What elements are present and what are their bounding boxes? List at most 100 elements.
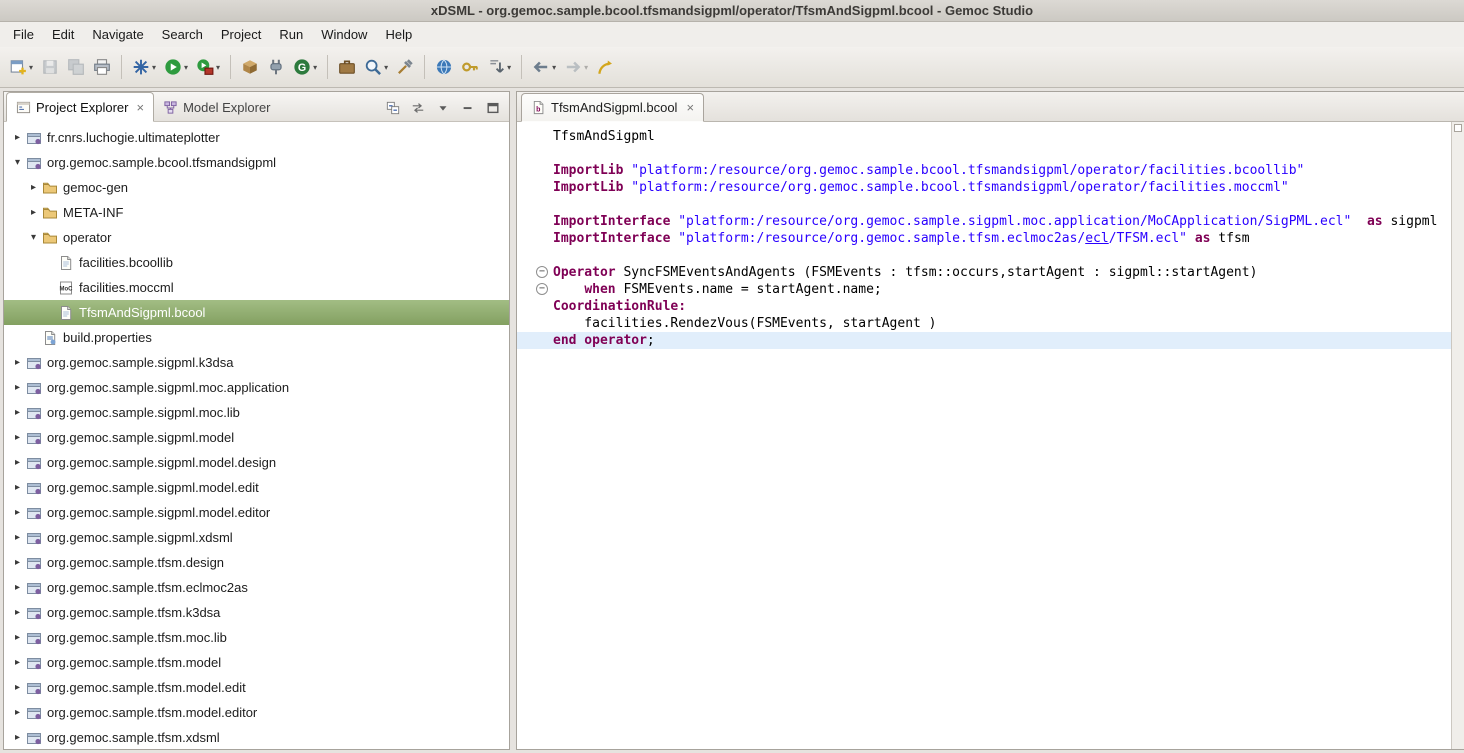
tree-item-org-gemoc-sample-bcool-tfsmandsigpml[interactable]: ▾org.gemoc.sample.bcool.tfsmandsigpml <box>4 150 509 175</box>
view-tab-model-explorer[interactable]: Model Explorer <box>154 94 279 121</box>
tree-item-org-gemoc-sample-tfsm-design[interactable]: ▸org.gemoc.sample.tfsm.design <box>4 550 509 575</box>
view-menu-icon[interactable] <box>436 101 450 115</box>
dropdown-arrow-icon[interactable]: ▾ <box>552 63 556 72</box>
dropdown-arrow-icon[interactable]: ▾ <box>184 63 188 72</box>
expand-arrow-icon[interactable]: ▸ <box>10 432 25 443</box>
tree-item-org-gemoc-sample-sigpml-model-edit[interactable]: ▸org.gemoc.sample.sigpml.model.edit <box>4 475 509 500</box>
collapse-arrow-icon[interactable]: ▾ <box>10 157 25 168</box>
expand-arrow-icon[interactable]: ▸ <box>10 607 25 618</box>
expand-arrow-icon[interactable]: ▸ <box>26 207 41 218</box>
tree-item-fr-cnrs-luchogie-ultimateplotter[interactable]: ▸fr.cnrs.luchogie.ultimateplotter <box>4 125 509 150</box>
menu-window[interactable]: Window <box>312 24 376 45</box>
code-area[interactable]: TfsmAndSigpml ImportLib "platform:/resou… <box>517 122 1451 749</box>
expand-arrow-icon[interactable]: ▸ <box>10 407 25 418</box>
expand-arrow-icon[interactable]: ▸ <box>10 132 25 143</box>
annotation-criteria-box[interactable] <box>1454 124 1462 132</box>
dropdown-arrow-icon[interactable]: ▾ <box>313 63 317 72</box>
expand-arrow-icon[interactable]: ▸ <box>10 482 25 493</box>
access-keys-button[interactable] <box>458 52 482 82</box>
collapse-fold-icon[interactable]: − <box>536 266 548 278</box>
expand-arrow-icon[interactable]: ▸ <box>10 632 25 643</box>
link-with-editor-icon[interactable] <box>411 101 425 115</box>
back-button[interactable]: ▾ <box>529 52 559 82</box>
run-button[interactable]: ▾ <box>161 52 191 82</box>
dropdown-arrow-icon[interactable]: ▾ <box>584 63 588 72</box>
tree-item-build-properties[interactable]: build.properties <box>4 325 509 350</box>
tree-item-org-gemoc-sample-sigpml-model-design[interactable]: ▸org.gemoc.sample.sigpml.model.design <box>4 450 509 475</box>
expand-arrow-icon[interactable]: ▸ <box>10 357 25 368</box>
dropdown-arrow-icon[interactable]: ▾ <box>507 63 511 72</box>
tree-item-org-gemoc-sample-sigpml-xdsml[interactable]: ▸org.gemoc.sample.sigpml.xdsml <box>4 525 509 550</box>
tree-item-org-gemoc-sample-sigpml-k3dsa[interactable]: ▸ org.gemoc.sample.sigpml.k3dsa <box>4 350 509 375</box>
new-class-button[interactable]: G▾ <box>290 52 320 82</box>
project-icon <box>26 730 42 746</box>
dropdown-arrow-icon[interactable]: ▾ <box>152 63 156 72</box>
view-tab-project-explorer[interactable]: Project Explorer× <box>6 92 154 122</box>
dropdown-arrow-icon[interactable]: ▾ <box>29 63 33 72</box>
search-button[interactable]: ▾ <box>361 52 391 82</box>
bcool-file-icon: b <box>531 100 546 115</box>
new-plugin-button[interactable] <box>264 52 288 82</box>
tree-item-org-gemoc-sample-sigpml-model-editor[interactable]: ▸org.gemoc.sample.sigpml.model.editor <box>4 500 509 525</box>
menu-search[interactable]: Search <box>153 24 212 45</box>
tree-item-org-gemoc-sample-tfsm-eclmoc2as[interactable]: ▸org.gemoc.sample.tfsm.eclmoc2as <box>4 575 509 600</box>
tree-item-facilities-bcoollib[interactable]: facilities.bcoollib <box>4 250 509 275</box>
open-element-button[interactable] <box>335 52 359 82</box>
menu-project[interactable]: Project <box>212 24 270 45</box>
expand-arrow-icon[interactable]: ▸ <box>10 457 25 468</box>
collapse-all-icon[interactable] <box>386 101 400 115</box>
project-icon <box>26 680 42 696</box>
tree-item-gemoc-gen[interactable]: ▸gemoc-gen <box>4 175 509 200</box>
dropdown-arrow-icon[interactable]: ▾ <box>216 63 220 72</box>
tree-item-operator[interactable]: ▾operator <box>4 225 509 250</box>
expand-arrow-icon[interactable]: ▸ <box>10 657 25 668</box>
tree-item-org-gemoc-sample-tfsm-model-edit[interactable]: ▸org.gemoc.sample.tfsm.model.edit <box>4 675 509 700</box>
next-annotation-button[interactable]: ▾ <box>484 52 514 82</box>
menu-edit[interactable]: Edit <box>43 24 83 45</box>
menu-file[interactable]: File <box>4 24 43 45</box>
open-web-browser-button[interactable] <box>432 52 456 82</box>
view-tab-close-icon[interactable]: × <box>136 101 144 114</box>
tree-item-meta-inf[interactable]: ▸META-INF <box>4 200 509 225</box>
tree-item-org-gemoc-sample-tfsm-moc-lib[interactable]: ▸org.gemoc.sample.tfsm.moc.lib <box>4 625 509 650</box>
tree-item-org-gemoc-sample-sigpml-moc-application[interactable]: ▸org.gemoc.sample.sigpml.moc.application <box>4 375 509 400</box>
print-icon <box>93 58 111 76</box>
external-tools-button[interactable]: ▾ <box>193 52 223 82</box>
tree-item-org-gemoc-sample-tfsm-k3dsa[interactable]: ▸org.gemoc.sample.tfsm.k3dsa <box>4 600 509 625</box>
collapse-arrow-icon[interactable]: ▾ <box>26 232 41 243</box>
expand-arrow-icon[interactable]: ▸ <box>10 707 25 718</box>
expand-arrow-icon[interactable]: ▸ <box>10 732 25 743</box>
maximize-icon[interactable] <box>486 101 500 115</box>
expand-arrow-icon[interactable]: ▸ <box>10 557 25 568</box>
tree-item-org-gemoc-sample-sigpml-moc-lib[interactable]: ▸org.gemoc.sample.sigpml.moc.lib <box>4 400 509 425</box>
editor-tab-close-icon[interactable]: × <box>686 101 694 114</box>
menu-run[interactable]: Run <box>270 24 312 45</box>
expand-arrow-icon[interactable]: ▸ <box>10 382 25 393</box>
tree-item-facilities-moccml[interactable]: MoCfacilities.moccml <box>4 275 509 300</box>
editor-tab-tfsmandsigpml[interactable]: b TfsmAndSigpml.bcool × <box>521 93 704 122</box>
print-button[interactable] <box>90 52 114 82</box>
tree-item-org-gemoc-sample-tfsm-model[interactable]: ▸org.gemoc.sample.tfsm.model <box>4 650 509 675</box>
collapse-fold-icon[interactable]: − <box>536 283 548 295</box>
expand-arrow-icon[interactable]: ▸ <box>26 182 41 193</box>
tree-item-label: org.gemoc.sample.sigpml.k3dsa <box>47 355 233 370</box>
expand-arrow-icon[interactable]: ▸ <box>10 507 25 518</box>
new-package-button[interactable] <box>238 52 262 82</box>
tree-item-tfsmandsigpml-bcool[interactable]: TfsmAndSigpml.bcool <box>4 300 509 325</box>
tree-item-org-gemoc-sample-tfsm-xdsml[interactable]: ▸org.gemoc.sample.tfsm.xdsml <box>4 725 509 749</box>
expand-arrow-icon[interactable]: ▸ <box>10 532 25 543</box>
menu-navigate[interactable]: Navigate <box>83 24 152 45</box>
expand-arrow-icon[interactable]: ▸ <box>10 582 25 593</box>
build-button[interactable] <box>393 52 417 82</box>
project-explorer-icon <box>16 100 31 115</box>
tree-item-org-gemoc-sample-sigpml-model[interactable]: ▸org.gemoc.sample.sigpml.model <box>4 425 509 450</box>
new-wizard-button[interactable]: ▾ <box>6 52 36 82</box>
last-edit-location-button[interactable] <box>593 52 617 82</box>
dropdown-arrow-icon[interactable]: ▾ <box>384 63 388 72</box>
menu-help[interactable]: Help <box>376 24 421 45</box>
minimize-icon[interactable] <box>461 101 475 115</box>
launch-gemoc-engine-button[interactable]: ▾ <box>129 52 159 82</box>
overview-ruler[interactable] <box>1451 122 1464 749</box>
tree-item-org-gemoc-sample-tfsm-model-editor[interactable]: ▸org.gemoc.sample.tfsm.model.editor <box>4 700 509 725</box>
expand-arrow-icon[interactable]: ▸ <box>10 682 25 693</box>
